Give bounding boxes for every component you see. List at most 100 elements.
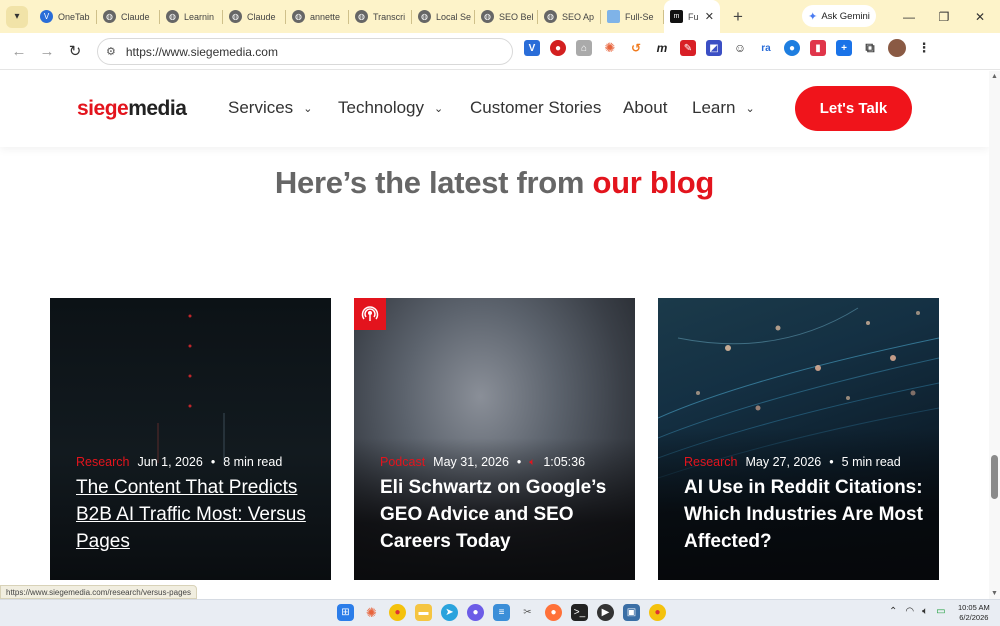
tab-label: Learnin xyxy=(184,11,215,22)
blog-card-1[interactable]: Research Jun 1, 2026 • 8 min read The Co… xyxy=(50,298,331,580)
nav-about[interactable]: About xyxy=(623,98,667,118)
restore-button[interactable]: ❐ xyxy=(924,0,964,33)
tab-seo-ap[interactable]: ◍ SEO Ap xyxy=(538,0,601,33)
terminal-icon[interactable]: >_ xyxy=(571,604,588,621)
file-explorer-icon[interactable]: ▬ xyxy=(415,604,432,621)
nav-technology-label: Technology xyxy=(338,98,425,117)
notepad-icon[interactable]: ≡ xyxy=(493,604,510,621)
blog-card-2[interactable]: Podcast May 31, 2026 • 🔈︎ 1:05:36 Eli Sc… xyxy=(354,298,635,580)
scroll-thumb[interactable] xyxy=(991,455,998,499)
app-window-icon[interactable]: ▣ xyxy=(623,604,640,621)
nav-learn[interactable]: Learn ⌄ xyxy=(692,98,755,118)
back-button[interactable]: ← xyxy=(5,43,33,60)
tab-search-button[interactable]: ▾ xyxy=(6,5,28,28)
snipping-tool-icon[interactable]: ✂ xyxy=(519,604,536,621)
reload-button[interactable]: ↻ xyxy=(61,42,89,60)
claude-extension-icon[interactable]: ✺ xyxy=(602,40,618,56)
close-window-button[interactable]: ✕ xyxy=(960,0,1000,33)
taskbar-apps: ⊞ ✺ ● ▬ ➤ ● ≡ ✂ ● >_ ▶ ▣ ● xyxy=(337,604,666,621)
tab-full-se[interactable]: Full-Se xyxy=(601,0,664,33)
new-tab-button[interactable]: + xyxy=(726,7,750,27)
card-title-link[interactable]: The Content That Predicts B2B AI Traffic… xyxy=(76,474,316,555)
app-purple-icon[interactable]: ● xyxy=(467,604,484,621)
globe-icon: ◍ xyxy=(292,10,305,23)
scroll-up-arrow-icon[interactable]: ▲ xyxy=(991,73,998,80)
tab-local-seo[interactable]: ◍ Local Se xyxy=(412,0,475,33)
tab-label: Claude xyxy=(247,11,276,22)
tab-annette[interactable]: ◍ annette xyxy=(286,0,349,33)
tab-label: SEO Ap xyxy=(562,11,595,22)
browser-menu-icon[interactable]: ⋮ xyxy=(916,40,932,56)
nav-technology[interactable]: Technology ⌄ xyxy=(338,98,443,118)
extension-pink-icon[interactable]: ▮ xyxy=(810,40,826,56)
tab-seo-bel[interactable]: ◍ SEO Bel xyxy=(475,0,538,33)
extensions-puzzle-icon[interactable]: ⧉ xyxy=(862,40,878,56)
forward-button[interactable]: → xyxy=(33,43,61,60)
chevron-up-icon[interactable]: ⌃ xyxy=(889,606,897,617)
extension-orange-icon[interactable]: ↺ xyxy=(628,40,644,56)
globe-icon: ◍ xyxy=(166,10,179,23)
pdf-extension-icon[interactable]: ✎ xyxy=(680,40,696,56)
extension-red-icon[interactable]: ● xyxy=(550,40,566,56)
tab-active-siege[interactable]: m Fu ✕ xyxy=(664,0,720,33)
ra-extension-icon[interactable]: ra xyxy=(758,40,774,56)
media-player-icon[interactable]: ▶ xyxy=(597,604,614,621)
site-header: siegemedia Services ⌄ Technology ⌄ Custo… xyxy=(0,71,989,147)
site-logo[interactable]: siegemedia xyxy=(77,97,187,121)
heading-part-red: our blog xyxy=(592,165,715,200)
onetab-extension-icon[interactable]: V xyxy=(524,40,540,56)
address-bar[interactable]: ⚙ https://www.siegemedia.com xyxy=(97,38,513,65)
tab-claude[interactable]: ◍ Claude xyxy=(97,0,160,33)
tab-label: Fu xyxy=(688,11,699,22)
home-extension-icon[interactable]: ⌂ xyxy=(576,40,592,56)
url-text: https://www.siegemedia.com xyxy=(125,44,278,59)
wifi-icon[interactable]: ◠ xyxy=(905,606,914,617)
chevron-down-icon: ⌄ xyxy=(434,102,444,115)
scroll-down-arrow-icon[interactable]: ▼ xyxy=(991,590,998,597)
blog-card-3[interactable]: Research May 27, 2026 • 5 min read AI Us… xyxy=(658,298,939,580)
telegram-icon[interactable]: ➤ xyxy=(441,604,458,621)
tab-transcript[interactable]: ◍ Transcri xyxy=(349,0,412,33)
globe-icon: ◍ xyxy=(229,10,242,23)
chrome-2-icon[interactable]: ● xyxy=(649,604,666,621)
extension-plus-icon[interactable]: + xyxy=(836,40,852,56)
card-category: Research xyxy=(684,455,738,469)
link-status-bubble: https://www.siegemedia.com/research/vers… xyxy=(0,585,197,599)
card-date: Jun 1, 2026 xyxy=(137,455,203,469)
tab-onetab[interactable]: V OneTab xyxy=(34,0,97,33)
page-scrollbar[interactable]: ▲ ▼ xyxy=(989,71,1000,599)
site-info-icon[interactable]: ⚙ xyxy=(106,45,116,58)
clock-time: 10:05 AM xyxy=(958,603,990,612)
card-title-link[interactable]: AI Use in Reddit Citations: Which Indust… xyxy=(684,474,924,555)
battery-icon[interactable]: ▭ xyxy=(936,606,945,617)
logo-part-siege: siege xyxy=(77,97,129,120)
emoji-extension-icon[interactable]: ☺ xyxy=(732,40,748,56)
tab-claude-2[interactable]: ◍ Claude xyxy=(223,0,286,33)
chrome-icon[interactable]: ● xyxy=(389,604,406,621)
extension-blue-icon[interactable]: ◩ xyxy=(706,40,722,56)
card-duration: 1:05:36 xyxy=(543,455,586,469)
extension-circle-icon[interactable]: ● xyxy=(784,40,800,56)
nav-customer-stories[interactable]: Customer Stories xyxy=(470,98,601,118)
tab-label: Claude xyxy=(121,11,150,22)
taskbar-clock[interactable]: 10:05 AM 6/2/2026 xyxy=(958,603,990,623)
lets-talk-button[interactable]: Let's Talk xyxy=(795,86,912,131)
nav-learn-label: Learn xyxy=(692,98,736,117)
tab-label: SEO Bel xyxy=(499,11,534,22)
gemini-icon: ✦ xyxy=(808,10,818,23)
profile-avatar[interactable] xyxy=(888,39,906,57)
card-title-link[interactable]: Eli Schwartz on Google’s GEO Advice and … xyxy=(380,474,620,555)
ask-gemini-button[interactable]: ✦ Ask Gemini xyxy=(802,5,876,27)
card-date: May 27, 2026 xyxy=(745,455,822,469)
claude-app-icon[interactable]: ✺ xyxy=(363,604,380,621)
close-tab-icon[interactable]: ✕ xyxy=(705,10,714,23)
tab-learning[interactable]: ◍ Learnin xyxy=(160,0,223,33)
firefox-icon[interactable]: ● xyxy=(545,604,562,621)
m-extension-icon[interactable]: m xyxy=(654,40,670,56)
chevron-down-icon: ⌄ xyxy=(745,102,755,115)
start-menu-icon[interactable]: ⊞ xyxy=(337,604,354,621)
ask-gemini-label: Ask Gemini xyxy=(821,10,870,22)
nav-services[interactable]: Services ⌄ xyxy=(228,98,312,118)
minimize-button[interactable]: — xyxy=(889,0,929,33)
volume-icon[interactable]: 🔈︎ xyxy=(922,606,928,617)
